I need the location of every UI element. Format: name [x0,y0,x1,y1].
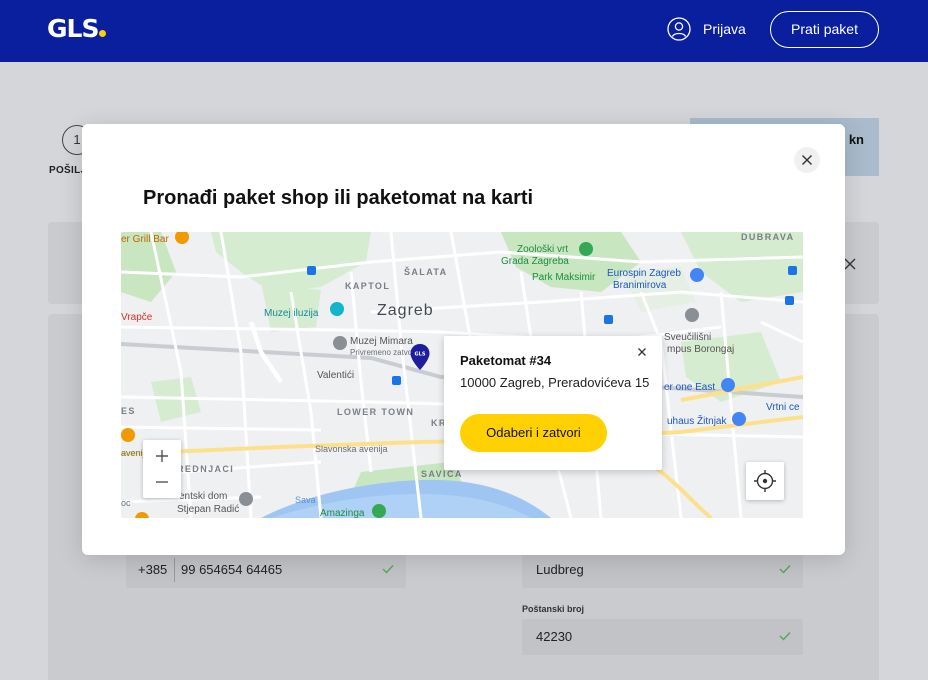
map-label-lower-town: LOWER TOWN [337,407,415,417]
user-icon[interactable] [667,17,691,41]
zoom-in-button[interactable] [143,440,181,469]
gls-logo[interactable]: GLS [47,14,107,43]
map-label-eurospin-line1: Eurospin Zagreb [607,268,681,279]
landmark-icon[interactable] [239,492,253,506]
popup-address: 10000 Zagreb, Preradovićeva 15 [460,375,650,390]
modal-close-button[interactable] [794,147,820,173]
museum-icon[interactable] [330,302,344,316]
map-label-studentski-line2: Stjepan Radić [177,504,240,515]
map-label-museum-mimara: Muzej Mimara [350,336,413,347]
phone-field[interactable]: +385 99 654654 64465 [126,552,406,588]
header: GLS Prijava Prati paket [0,0,928,62]
step-label: POŠILJ [49,165,87,176]
popup-close-icon[interactable] [634,344,650,360]
museum-closed-icon[interactable] [333,336,347,350]
popup-title: Paketomat #34 [460,353,552,368]
map-label-zoo-line1: Zoološki vrt [517,244,569,255]
map-label-vrtni: Vrtni ce [766,402,800,413]
food-icon[interactable] [121,428,135,442]
map-label-campus-line2: mpus Borongaj [667,344,735,355]
map-label-dubrava: DUBRAVA [741,232,795,242]
city-value: Ludbreg [536,562,584,577]
check-icon [779,632,791,641]
phone-value: 99 654654 64465 [181,562,283,577]
postal-value: 42230 [536,629,573,644]
modal-title: Pronađi paket shop ili paketomat na kart… [143,187,534,209]
map-label-zagreb: Zagreb [377,302,434,319]
map-label-campus-line1: Sveučilišni [664,332,712,343]
track-parcel-button[interactable]: Prati paket [770,11,879,48]
map-label-oc: oc [121,498,131,508]
map-label-slavonska: Slavonska avenija [315,444,388,454]
map-label-amazinga: Amazinga [320,508,365,518]
map-label-es: ES [121,406,136,416]
postal-label: Poštanski broj [522,604,585,614]
map-label-salata: ŠALATA [404,267,448,277]
map-label-park: Park Maksimir [532,272,596,283]
tram-stop-icon[interactable] [307,266,316,275]
tram-stop-icon[interactable] [785,296,794,305]
map-label-bauhaus: uhaus Žitnjak [667,416,727,427]
tram-stop-icon[interactable] [392,376,401,385]
minus-icon [156,481,168,483]
shopping-icon[interactable] [721,378,735,392]
map-modal: Pronađi paket shop ili paketomat na kart… [82,124,845,555]
parcel-locker-popup: Paketomat #34 10000 Zagreb, Preradovićev… [444,336,662,470]
tram-stop-icon[interactable] [788,266,797,275]
svg-text:GLS: GLS [415,352,426,358]
select-and-close-button[interactable]: Odaberi i zatvori [460,414,607,452]
plus-icon [156,450,168,462]
map-label-studentski-line1: entski dom [179,491,228,502]
park-icon[interactable] [372,504,386,518]
city-field[interactable]: Ludbreg [522,552,803,588]
zoom-out-button[interactable] [143,469,181,498]
map-label-museum-illusions: Muzej iluzija [264,308,319,319]
check-icon [382,565,394,574]
store-icon[interactable] [732,412,746,426]
logo-dot [99,30,107,37]
tram-stop-icon[interactable] [604,315,613,324]
gls-location-pin[interactable]: GLS [410,344,430,370]
zoom-controls [143,440,181,498]
crosshair-icon [754,470,776,492]
map-label-eurospin-line2: Branimirova [613,280,667,291]
map-label-rednjaci: REDNJACI [177,464,235,474]
map-label-zoo-line2: Grada Zagreba [501,256,569,267]
map-label-valentici: Valentići [317,370,355,381]
map-label-vrapce: Vrapče [121,312,153,323]
phone-separator [174,558,175,582]
school-icon[interactable] [685,308,699,322]
check-icon [779,565,791,574]
logo-text: GLS [47,14,99,43]
phone-prefix: +385 [138,562,168,577]
postal-field[interactable]: 42230 [522,619,803,655]
map-label-savica: SAVICA [421,469,463,479]
price-currency: kn [848,132,864,147]
shop-icon[interactable] [690,268,704,282]
my-location-button[interactable] [746,462,784,500]
zoo-icon[interactable] [579,242,593,256]
login-link[interactable]: Prijava [703,21,746,37]
map-label-sava: Sava [295,495,316,505]
map-view[interactable]: er Grill Bar Vrapče Zoološki vrt Grada Z… [121,232,803,518]
map-label-grill: er Grill Bar [121,234,169,245]
close-icon [802,155,812,165]
map-label-one-east: er one East [664,382,716,393]
map-label-kaptol: KAPTOL [345,281,391,291]
